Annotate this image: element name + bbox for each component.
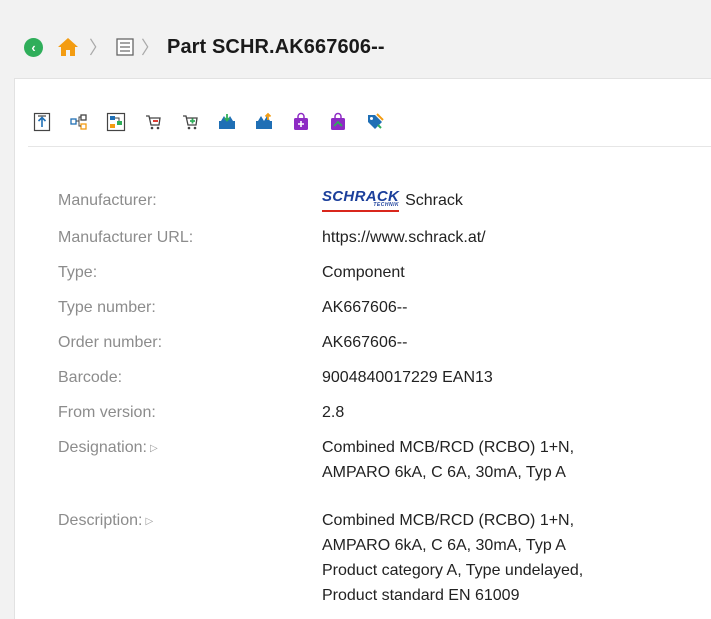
back-icon[interactable]: ‹ [24,37,43,57]
description-line-1: Combined MCB/RCD (RCBO) 1+N, [322,512,575,529]
tree-icon[interactable] [106,112,126,132]
designation-line-1: Combined MCB/RCD (RCBO) 1+N, [322,439,575,456]
description-line-2: AMPARO 6kA, C 6A, 30mA, Typ A [322,537,566,554]
expand-arrow-icon[interactable]: ▷ [145,516,153,527]
toolbar-divider [28,146,711,147]
tag-icon[interactable] [365,112,385,132]
manufacturer-label: Manufacturer: [58,192,157,209]
list-icon[interactable] [115,37,135,57]
manufacturer-value: SCHRACK TECHNIK Schrack [322,188,463,213]
designation-label[interactable]: Designation: ▷ [58,435,158,461]
from-version-label: From version: [58,404,156,421]
designation-line-2: AMPARO 6kA, C 6A, 30mA, Typ A [322,464,566,481]
manufacturer-logo: SCHRACK TECHNIK [322,184,400,212]
home-icon[interactable] [57,37,79,57]
components-icon[interactable] [69,112,89,132]
type-value: Component [322,264,405,281]
upload-icon[interactable] [32,112,52,132]
description-line-3: Product category A, Type undelayed, [322,562,584,579]
toolbar [32,108,385,136]
bag-add-icon[interactable] [291,112,311,132]
page-title: Part SCHR.AK667606-- [167,35,385,58]
type-label: Type: [58,264,98,281]
breadcrumb-separator-icon: 〉 [89,38,107,58]
manufacturer-logo-subtext: TECHNIK [373,202,400,208]
manufacturer-url-label: Manufacturer URL: [58,229,194,246]
header: ‹ 〉 〉 Part SCHR.AK667606-- [0,0,711,78]
type-number-value: AK667606-- [322,299,408,316]
cart-add-icon[interactable] [180,112,200,132]
manufacturer-url-link[interactable]: https://www.schrack.at/ [322,225,486,250]
breadcrumb: ‹ 〉 〉 Part SCHR.AK667606-- [24,33,385,61]
barcode-label: Barcode: [58,369,123,386]
expand-arrow-icon[interactable]: ▷ [150,443,158,454]
import-icon[interactable] [217,112,237,132]
type-number-label: Type number: [58,299,156,316]
order-number-label: Order number: [58,334,163,351]
bag-edit-icon[interactable] [328,112,348,132]
cart-remove-icon[interactable] [143,112,163,132]
manufacturer-name: Schrack [405,192,463,209]
order-number-value: AK667606-- [322,334,408,351]
export-icon[interactable] [254,112,274,132]
breadcrumb-separator-icon: 〉 [141,38,159,58]
description-label[interactable]: Description: ▷ [58,508,153,534]
barcode-value: 9004840017229 EAN13 [322,369,493,386]
description-line-4: Product standard EN 61009 [322,587,520,604]
from-version-value: 2.8 [322,404,345,421]
